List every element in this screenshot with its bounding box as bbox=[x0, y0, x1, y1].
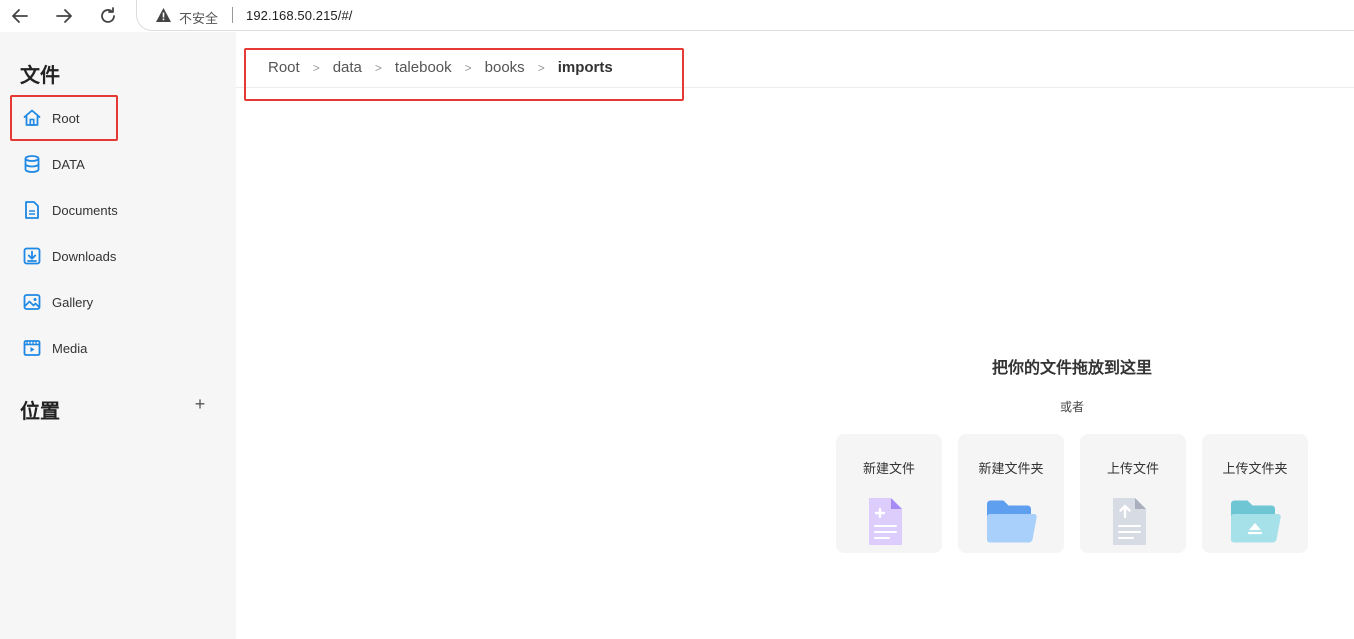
sidebar-item-gallery[interactable]: Gallery bbox=[14, 284, 214, 320]
new-file-button[interactable]: 新建文件 bbox=[836, 434, 942, 553]
sidebar-item-label: Media bbox=[52, 340, 88, 356]
sidebar-item-label: Downloads bbox=[52, 248, 117, 264]
add-place-button[interactable]: + bbox=[192, 395, 208, 413]
sidebar-item-downloads[interactable]: Downloads bbox=[14, 238, 214, 274]
sidebar-item-documents[interactable]: Documents bbox=[14, 192, 214, 228]
document-icon bbox=[22, 200, 42, 220]
upload-folder-icon bbox=[1228, 496, 1282, 546]
main-content: Root > data > talebook > books > imports… bbox=[236, 32, 1354, 639]
security-label[interactable]: 不安全 bbox=[179, 8, 218, 27]
forward-arrow-icon[interactable] bbox=[52, 5, 76, 27]
browser-toolbar: 不安全 192.168.50.215/#/ bbox=[0, 0, 1354, 32]
dropzone-title: 把你的文件拖放到这里 bbox=[991, 360, 1152, 377]
reload-icon[interactable] bbox=[96, 5, 120, 27]
sidebar-item-label: DATA bbox=[52, 156, 85, 172]
places-section-title: 位置 bbox=[20, 401, 60, 423]
new-folder-button[interactable]: 新建文件夹 bbox=[958, 434, 1064, 553]
back-arrow-icon[interactable] bbox=[8, 5, 32, 27]
database-icon bbox=[22, 154, 42, 174]
card-label: 新建文件 bbox=[862, 461, 915, 476]
root-highlight-box bbox=[10, 95, 118, 141]
new-folder-icon bbox=[984, 496, 1038, 546]
sidebar-item-label: Documents bbox=[52, 202, 118, 218]
address-bar[interactable]: 不安全 192.168.50.215/#/ bbox=[136, 0, 1354, 31]
card-label: 上传文件 bbox=[1106, 461, 1159, 476]
sidebar: 文件 Root DATA Documents Downloads Gallery bbox=[0, 32, 236, 639]
video-icon bbox=[22, 338, 42, 358]
warning-icon[interactable] bbox=[155, 7, 172, 28]
card-label: 新建文件夹 bbox=[978, 461, 1044, 476]
files-section-title: 文件 bbox=[20, 65, 60, 87]
breadcrumb-highlight-box bbox=[244, 48, 684, 101]
omnibox-separator bbox=[232, 7, 233, 23]
upload-file-button[interactable]: 上传文件 bbox=[1080, 434, 1186, 553]
download-icon bbox=[22, 246, 42, 266]
sidebar-item-media[interactable]: Media bbox=[14, 330, 214, 366]
upload-folder-button[interactable]: 上传文件夹 bbox=[1202, 434, 1308, 553]
image-icon bbox=[22, 292, 42, 312]
url-text[interactable]: 192.168.50.215/#/ bbox=[246, 8, 353, 23]
new-file-icon bbox=[862, 496, 916, 546]
sidebar-item-label: Gallery bbox=[52, 294, 94, 310]
sidebar-item-data[interactable]: DATA bbox=[14, 146, 214, 182]
card-label: 上传文件夹 bbox=[1222, 461, 1288, 476]
dropzone-or: 或者 bbox=[1059, 400, 1084, 414]
upload-file-icon bbox=[1106, 496, 1160, 546]
